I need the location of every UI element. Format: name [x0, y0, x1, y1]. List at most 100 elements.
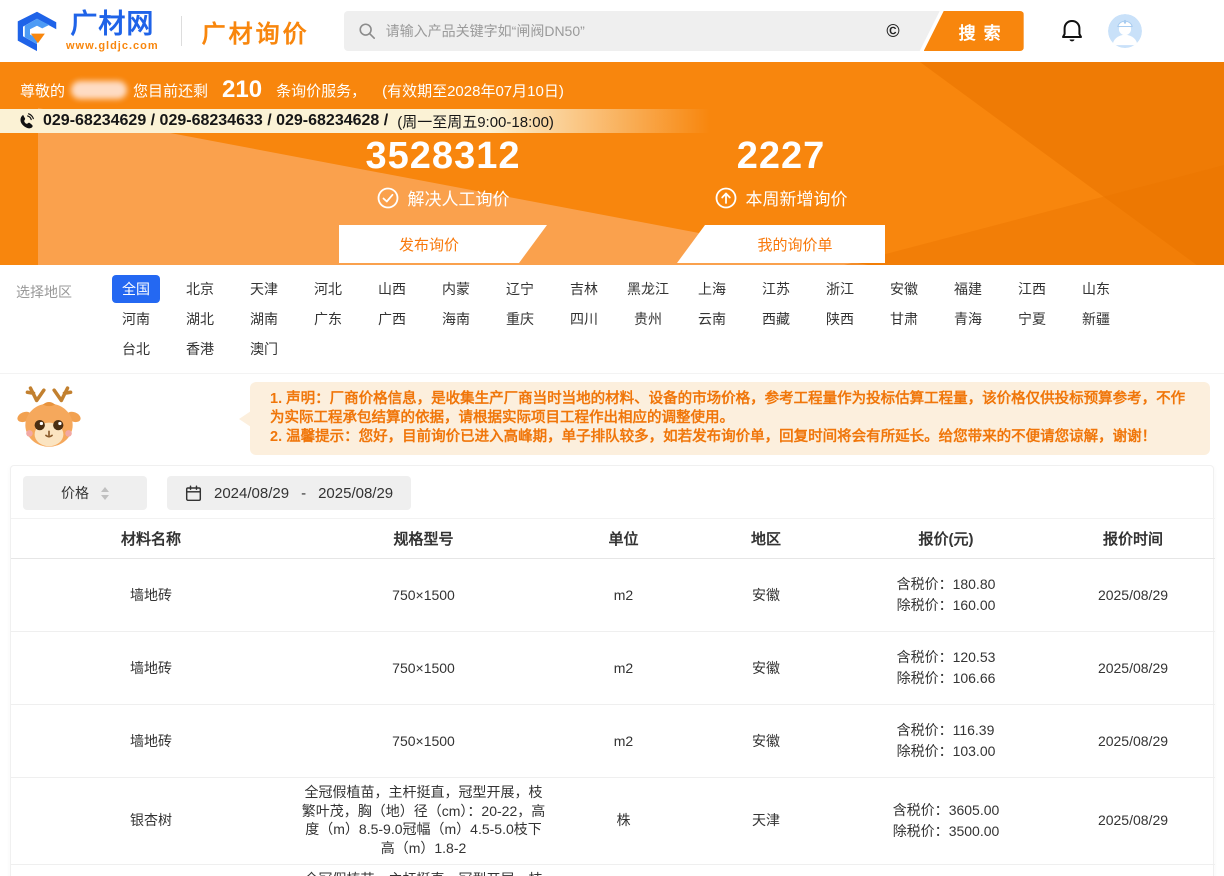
region-item[interactable]: 广东 — [304, 305, 352, 333]
cell-price: 含税价：120.53 除税价：106.66 — [841, 632, 1051, 705]
cell-date: 2025/08/29 — [1051, 559, 1215, 632]
materials-table: 材料名称 规格型号 单位 地区 报价(元) 报价时间 墙地砖 750×1500 … — [11, 518, 1215, 876]
phone-numbers: 029-68234629 / 029-68234633 / 029-682346… — [43, 112, 388, 130]
page: 广材网 www.gldjc.com 广材询价 © 搜索 — [0, 0, 1224, 876]
table-row: 墙地砖 750×1500 m2 安徽 含税价：120.53 除税价：106.66… — [11, 632, 1215, 705]
region-row: 河南 湖北 湖南 广东 广西 海南 重庆 四川 贵州 云南 西藏 陕西 甘肃 青… — [104, 305, 1128, 333]
promo-banner: 尊敬的 您目前还剩 210 条询价服务， (有效期至2028年07月10日) 0… — [0, 62, 1224, 265]
stat-new-value: 2227 — [737, 135, 826, 178]
region-item[interactable]: 西藏 — [752, 305, 800, 333]
region-item[interactable]: 安徽 — [880, 275, 928, 303]
greeting-prefix: 尊敬的 — [20, 80, 65, 101]
price-sort-button[interactable]: 价格 — [23, 476, 147, 510]
region-item[interactable]: 陕西 — [816, 305, 864, 333]
region-item[interactable]: 云南 — [688, 305, 736, 333]
cell-unit: 株 — [556, 864, 691, 876]
region-row: 台北 香港 澳门 — [104, 335, 1128, 363]
region-item[interactable]: 北京 — [176, 275, 224, 303]
region-item[interactable]: 贵州 — [624, 305, 672, 333]
date-from: 2024/08/29 — [214, 485, 289, 502]
region-item[interactable]: 海南 — [432, 305, 480, 333]
sort-carets-icon — [101, 487, 109, 500]
cell-date: 2025/08/29 — [1051, 778, 1215, 865]
region-item[interactable]: 河南 — [112, 305, 160, 333]
region-item[interactable]: 江苏 — [752, 275, 800, 303]
region-item[interactable]: 内蒙 — [432, 275, 480, 303]
region-item[interactable]: 山东 — [1072, 275, 1120, 303]
region-item[interactable]: 吉林 — [560, 275, 608, 303]
user-avatar[interactable] — [1108, 14, 1142, 48]
site-logo[interactable]: 广材网 www.gldjc.com — [16, 10, 159, 52]
th-region: 地区 — [691, 519, 841, 559]
spec-text: 全冠假植苗，主杆挺直，冠型开展，枝繁叶茂，胸（地）径（cm）：20-22，高度（… — [299, 870, 548, 876]
region-item[interactable]: 重庆 — [496, 305, 544, 333]
cell-spec: 750×1500 — [291, 705, 556, 778]
my-inquiries-button[interactable]: 我的询价单 — [677, 225, 885, 263]
region-item[interactable]: 甘肃 — [880, 305, 928, 333]
table-row: 墙地砖 750×1500 m2 安徽 含税价：116.39 除税价：103.00… — [11, 705, 1215, 778]
date-range-picker[interactable]: 2024/08/29 - 2025/08/29 — [167, 476, 411, 510]
region-label: 选择地区 — [16, 275, 104, 365]
stat-new-label-row: 本周新增询价 — [715, 185, 848, 210]
with-tax-label: 含税价： — [893, 802, 949, 818]
arrow-up-circle-icon — [715, 187, 737, 209]
region-item[interactable]: 宁夏 — [1008, 305, 1056, 333]
search-icon — [358, 22, 376, 40]
cell-material-name: 银杏树 — [11, 864, 291, 876]
phone-line: 029-68234629 / 029-68234633 / 029-682346… — [0, 109, 1224, 133]
tax-price: 116.39 — [953, 722, 995, 738]
copyright-icon[interactable]: © — [886, 21, 899, 42]
region-item[interactable]: 河北 — [304, 275, 352, 303]
search-field: © — [344, 11, 940, 51]
cell-price: 含税价：180.80 除税价：160.00 — [841, 559, 1051, 632]
avatar-icon — [1108, 14, 1142, 48]
region-item[interactable]: 山西 — [368, 275, 416, 303]
cell-spec: 750×1500 — [291, 632, 556, 705]
cell-unit: m2 — [556, 559, 691, 632]
logo-name: 广材网 — [70, 11, 154, 38]
publish-inquiry-button[interactable]: 发布询价 — [339, 225, 547, 263]
region-item[interactable]: 黑龙江 — [617, 275, 679, 303]
cell-spec: 全冠假植苗，主杆挺直，冠型开展，枝繁叶茂，胸（地）径（cm）：20-22，高度（… — [291, 778, 556, 865]
validity-text: (有效期至2028年07月10日) — [382, 80, 564, 101]
region-item[interactable]: 福建 — [944, 275, 992, 303]
region-item[interactable]: 辽宁 — [496, 275, 544, 303]
region-item[interactable]: 湖北 — [176, 305, 224, 333]
th-spec: 规格型号 — [291, 519, 556, 559]
stat-solved-value: 3528312 — [366, 135, 521, 178]
date-separator: - — [301, 485, 306, 502]
search-input[interactable] — [386, 23, 877, 39]
content-area: 价格 2024/08/29 - 2025/08/29 — [0, 465, 1224, 876]
price-sort-label: 价格 — [61, 483, 89, 503]
region-item[interactable]: 浙江 — [816, 275, 864, 303]
notification-bell[interactable] — [1060, 18, 1084, 44]
stats-row: 3528312 解决人工询价 发布询价 2227 — [0, 135, 1224, 263]
date-to: 2025/08/29 — [318, 485, 393, 502]
blurred-username — [71, 81, 127, 99]
region-item[interactable]: 上海 — [688, 275, 736, 303]
cell-material-name: 墙地砖 — [11, 705, 291, 778]
region-item-all[interactable]: 全国 — [112, 275, 160, 303]
region-item[interactable]: 澳门 — [240, 335, 288, 363]
cell-region: 天津 — [691, 864, 841, 876]
region-item[interactable]: 广西 — [368, 305, 416, 333]
tax-price: 120.53 — [953, 649, 996, 665]
table-row: 银杏树 全冠假植苗，主杆挺直，冠型开展，枝繁叶茂，胸（地）径（cm）：20-22… — [11, 864, 1215, 876]
calendar-icon — [185, 485, 202, 502]
region-item[interactable]: 新疆 — [1072, 305, 1120, 333]
region-item[interactable]: 江西 — [1008, 275, 1056, 303]
th-unit: 单位 — [556, 519, 691, 559]
region-item[interactable]: 湖南 — [240, 305, 288, 333]
region-item[interactable]: 台北 — [112, 335, 160, 363]
cell-region: 天津 — [691, 778, 841, 865]
region-item[interactable]: 青海 — [944, 305, 992, 333]
net-price: 103.00 — [953, 743, 996, 759]
region-item[interactable]: 四川 — [560, 305, 608, 333]
search-button[interactable]: 搜索 — [924, 11, 1024, 51]
region-item[interactable]: 天津 — [240, 275, 288, 303]
cell-region: 安徽 — [691, 559, 841, 632]
spec-text: 全冠假植苗，主杆挺直，冠型开展，枝繁叶茂，胸（地）径（cm）：20-22，高度（… — [299, 783, 548, 857]
region-item[interactable]: 香港 — [176, 335, 224, 363]
tax-price: 180.80 — [953, 576, 996, 592]
table-row: 墙地砖 750×1500 m2 安徽 含税价：180.80 除税价：160.00… — [11, 559, 1215, 632]
